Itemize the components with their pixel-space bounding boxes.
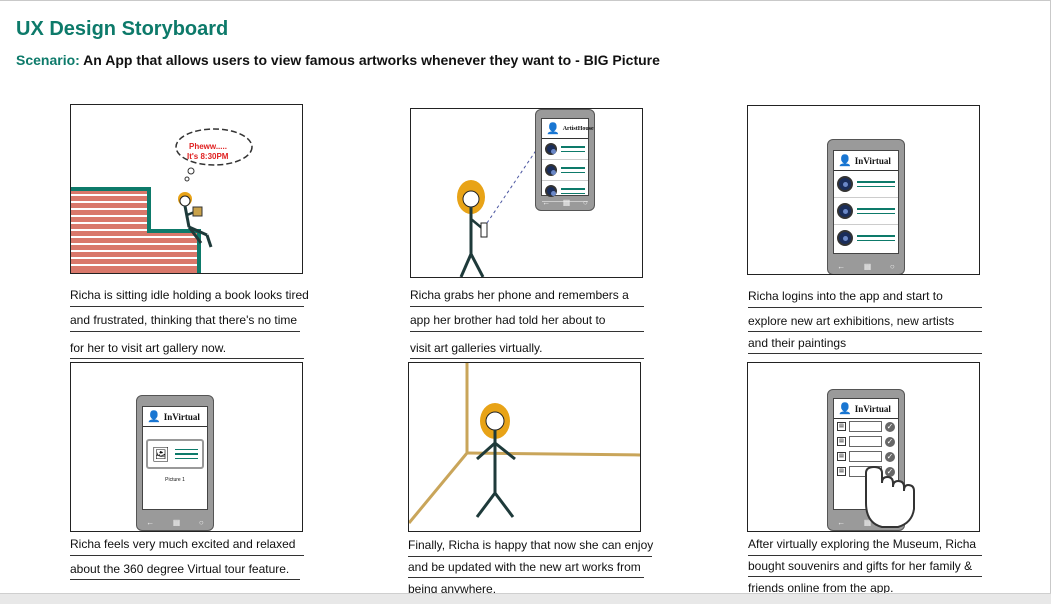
scene-2-illustration	[457, 148, 538, 277]
caption-line: and their paintings	[748, 332, 982, 354]
gallery-room-corner	[409, 363, 640, 524]
caption-line: about the 360 degree Virtual tour featur…	[70, 556, 300, 580]
user-icon: 👤	[838, 155, 852, 167]
list-item[interactable]	[834, 225, 898, 251]
windows-icon[interactable]: ▦	[173, 518, 181, 527]
app-name: ArtistHouse	[562, 125, 594, 132]
storyboard-panel-1: Pheww..... It's 8:30PM	[70, 104, 303, 274]
search-icon[interactable]: ○	[199, 518, 204, 527]
app-name: InVirtual	[163, 411, 200, 422]
page-title: UX Design Storyboard	[16, 18, 229, 40]
user-icon: 👤	[147, 411, 161, 423]
caption-line: explore new art exhibitions, new artists	[748, 308, 982, 332]
caption-line: app her brother had told her about to	[410, 307, 644, 332]
picture-card[interactable]: 🖼	[146, 439, 204, 469]
caption-3: Richa logins into the app and start to e…	[748, 289, 982, 354]
artwork-thumbnail	[837, 203, 853, 219]
list-item[interactable]	[542, 160, 588, 181]
storyboard-panel-5	[408, 362, 641, 532]
back-icon[interactable]: ←	[146, 518, 154, 527]
picture-icon: 🖼	[152, 446, 170, 462]
app-name: InVirtual	[854, 155, 891, 166]
scene-5-illustration	[409, 363, 640, 524]
windows-icon[interactable]: ▦	[563, 198, 571, 207]
scenario-label: Scenario:	[16, 52, 80, 68]
hand-cursor-icon	[865, 465, 915, 528]
caption-line: visit art galleries virtually.	[410, 332, 644, 359]
phone-mockup: 👤 InVirtual 🖼 Picture 1 ← ▦ ○	[136, 395, 214, 531]
caption-2: Richa grabs her phone and remembers a ap…	[410, 288, 644, 359]
caption-line: and be updated with the new art works fr…	[408, 557, 644, 578]
back-icon[interactable]: ←	[542, 198, 550, 207]
thought-bubble: Pheww..... It's 8:30PM	[175, 128, 253, 182]
phone-mockup: 👤 ArtistHouse ← ▦ ○	[535, 109, 595, 211]
app-header: 👤 InVirtual	[143, 407, 207, 427]
artwork-thumbnail	[545, 185, 557, 197]
caption-5: Finally, Richa is happy that now she can…	[408, 538, 653, 598]
richa-standing-figure	[457, 180, 488, 277]
thought-line-1: Pheww.....	[189, 142, 227, 151]
windows-icon[interactable]: ▦	[864, 262, 872, 271]
list-item[interactable]	[834, 198, 898, 225]
list-item[interactable]	[834, 171, 898, 198]
storyboard-panel-3: 👤 InVirtual ← ▦ ○	[747, 105, 980, 275]
bottom-scrollbar[interactable]	[0, 593, 1051, 604]
caption-6: After virtually exploring the Museum, Ri…	[748, 537, 982, 597]
search-icon[interactable]: ○	[890, 262, 895, 271]
top-border	[0, 0, 1051, 1]
app-header: 👤 ArtistHouse	[542, 119, 594, 139]
search-icon[interactable]: ○	[583, 198, 588, 207]
richa-happy-figure	[475, 403, 516, 518]
caption-line: for her to visit art gallery now.	[70, 332, 304, 359]
scenario-line: Scenario: An App that allows users to vi…	[16, 52, 660, 68]
picture-label: Picture 1	[165, 477, 185, 483]
artwork-thumbnail	[837, 230, 853, 246]
caption-line: Richa logins into the app and start to	[748, 289, 982, 308]
storyboard-panel-2: 👤 ArtistHouse ← ▦ ○	[410, 108, 643, 278]
storyboard-panel-4: 👤 InVirtual 🖼 Picture 1 ← ▦ ○	[70, 362, 303, 532]
artwork-thumbnail	[545, 143, 557, 155]
artwork-thumbnail	[837, 176, 853, 192]
scenario-text: An App that allows users to view famous …	[79, 52, 660, 68]
storyboard-panel-6: 👤InVirtual ▤✓ ▤✓ ▤✓ ▤✓ ←▦○	[747, 362, 980, 532]
caption-line: Richa feels very much excited and relaxe…	[70, 537, 304, 556]
thought-line-2: It's 8:30PM	[187, 152, 229, 161]
caption-1: Richa is sitting idle holding a book loo…	[70, 288, 309, 359]
phone-mockup: 👤 InVirtual ← ▦ ○	[827, 139, 905, 274]
scene-1-illustration: Pheww..... It's 8:30PM	[71, 128, 253, 273]
caption-line: and frustrated, thinking that there's no…	[70, 307, 300, 332]
caption-line: Finally, Richa is happy that now she can…	[408, 538, 653, 557]
artwork-thumbnail	[545, 164, 557, 176]
caption-line: After virtually exploring the Museum, Ri…	[748, 537, 982, 556]
user-icon: 👤	[546, 123, 560, 135]
caption-line: Richa grabs her phone and remembers a	[410, 288, 644, 307]
caption-4: Richa feels very much excited and relaxe…	[70, 537, 304, 580]
back-icon[interactable]: ←	[837, 262, 845, 271]
list-item[interactable]	[542, 139, 588, 160]
app-header: 👤 InVirtual	[834, 151, 898, 171]
caption-line: bought souvenirs and gifts for her famil…	[748, 556, 982, 577]
caption-line: Richa is sitting idle holding a book loo…	[70, 288, 309, 307]
